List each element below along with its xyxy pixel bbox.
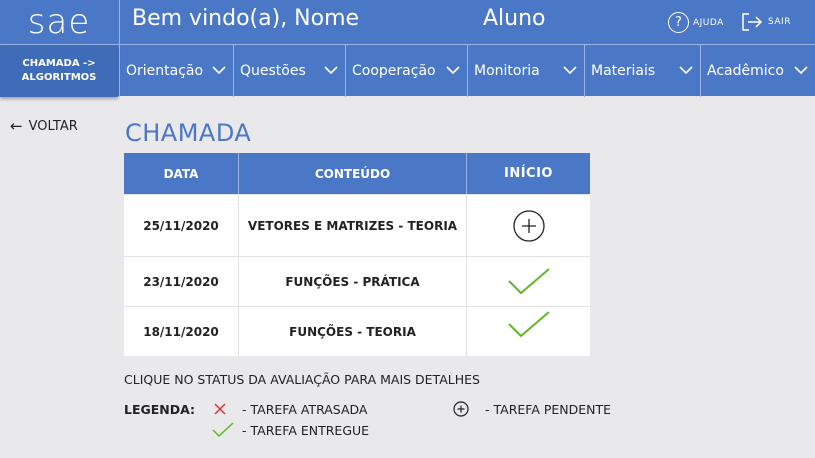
chevron-down-icon (679, 66, 693, 75)
nav-item-materiais[interactable]: Materiais (584, 45, 700, 97)
help-button[interactable]: ? AJUDA (668, 12, 724, 33)
row-status (467, 257, 590, 306)
row-content: FUNÇÕES - PRÁTICA (239, 257, 467, 306)
check-icon[interactable] (507, 267, 551, 297)
legend-late: - TAREFA ATRASADA (212, 401, 367, 417)
nav-item-cooperacao[interactable]: Cooperação (345, 45, 467, 97)
check-icon[interactable] (507, 310, 551, 340)
breadcrumb-line-1: CHAMADA -> (22, 58, 96, 69)
nav-item-label: Monitoria (474, 63, 540, 79)
row-status (467, 195, 590, 256)
nav-item-questoes[interactable]: Questões (233, 45, 345, 97)
nav-item-orientacao[interactable]: Orientação (119, 45, 233, 97)
header-divider (119, 0, 120, 44)
logout-button[interactable]: SAIR (740, 12, 791, 32)
header-date: DATA (124, 153, 239, 194)
attendance-table: DATA CONTEÚDO INÍCIO 25/11/2020 VETORES … (124, 153, 590, 356)
main-nav: CHAMADA -> ALGORITMOS Orientação Questõe… (0, 44, 815, 97)
plus-circle-icon[interactable] (512, 209, 546, 243)
x-icon (214, 403, 226, 415)
nav-item-label: Acadêmico (707, 63, 784, 79)
row-content: VETORES E MATRIZES - TEORIA (239, 195, 467, 256)
table-header: DATA CONTEÚDO INÍCIO (124, 153, 590, 194)
table-row: 23/11/2020 FUNÇÕES - PRÁTICA (124, 256, 590, 306)
row-status (467, 307, 590, 356)
table-row: 18/11/2020 FUNÇÕES - TEORIA (124, 306, 590, 356)
back-label: VOLTAR (28, 118, 78, 134)
logout-icon (742, 13, 763, 31)
chevron-down-icon (563, 66, 577, 75)
nav-item-academico[interactable]: Acadêmico (700, 45, 815, 97)
nav-item-monitoria[interactable]: Monitoria (467, 45, 584, 97)
chevron-down-icon (212, 66, 226, 75)
row-date: 18/11/2020 (124, 307, 239, 356)
row-date: 25/11/2020 (124, 195, 239, 256)
table-row: 25/11/2020 VETORES E MATRIZES - TEORIA (124, 194, 590, 256)
header-start: INÍCIO (504, 166, 553, 181)
legend-delivered-label: - TAREFA ENTREGUE (242, 422, 370, 438)
user-role: Aluno (483, 6, 546, 31)
nav-item-label: Cooperação (352, 63, 436, 79)
legend-pending-label: - TAREFA PENDENTE (485, 401, 612, 417)
nav-item-label: Questões (240, 63, 306, 79)
nav-item-label: Materiais (591, 63, 656, 79)
chevron-down-icon (446, 66, 460, 75)
page-title: CHAMADA (125, 119, 252, 147)
sae-logo[interactable]: sae (0, 0, 118, 44)
legend-delivered: - TAREFA ENTREGUE (212, 422, 369, 438)
back-button[interactable]: ← VOLTAR (10, 117, 78, 135)
nav-item-label: Orientação (126, 63, 204, 79)
plus-circle-icon (453, 401, 469, 417)
instructions-text: CLIQUE NO STATUS DA AVALIAÇÃO PARA MAIS … (124, 372, 480, 387)
logout-label: SAIR (768, 17, 791, 27)
legend-title: LEGENDA: (124, 402, 196, 417)
row-content: FUNÇÕES - TEORIA (239, 307, 467, 356)
arrow-left-icon: ← (10, 117, 23, 135)
header-content: CONTEÚDO (239, 153, 467, 194)
chevron-down-icon (794, 66, 808, 75)
help-label: AJUDA (693, 17, 724, 28)
breadcrumb-line-2: ALGORITMOS (21, 72, 97, 83)
legend-late-label: - TAREFA ATRASADA (242, 401, 368, 417)
check-icon (212, 422, 234, 438)
top-header: sae Bem vindo(a), Nome Aluno ? AJUDA SAI… (0, 0, 815, 44)
welcome-text: Bem vindo(a), Nome (132, 6, 360, 31)
row-date: 23/11/2020 (124, 257, 239, 306)
nav-breadcrumb[interactable]: CHAMADA -> ALGORITMOS (0, 45, 118, 97)
legend-pending: - TAREFA PENDENTE (453, 401, 611, 417)
question-icon: ? (668, 12, 689, 33)
chevron-down-icon (324, 66, 338, 75)
